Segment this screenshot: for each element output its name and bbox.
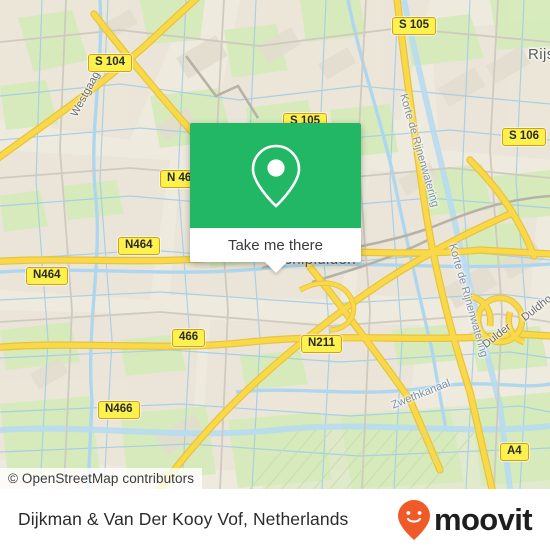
road-shield: S 104 (88, 54, 133, 72)
take-me-there-button[interactable]: Take me there (190, 228, 361, 262)
moovit-pin-icon (397, 499, 430, 540)
road-shield: N466 (98, 401, 140, 419)
map-pin-icon (251, 144, 300, 208)
road-shield: S 105 (392, 17, 437, 35)
map-label-place: Rijswijk (528, 46, 550, 63)
road-shield: N211 (301, 335, 342, 353)
road-shield: A4 (500, 443, 529, 461)
take-me-there-label: Take me there (227, 236, 324, 254)
road-shield: 466 (172, 329, 206, 347)
place-title: Dijkman & Van Der Kooy Vof, Netherlands (18, 509, 349, 529)
road-shield: S 106 (502, 128, 547, 146)
moovit-logo[interactable]: moovit (397, 499, 533, 541)
road-shield: N464 (118, 237, 160, 255)
map-canvas[interactable]: S 104 S 105 S 105 S 106 N 464 N464 N464 … (0, 0, 550, 489)
popup-header (190, 123, 361, 228)
popup-pointer-tail (264, 262, 287, 273)
road-shield: N464 (26, 267, 68, 285)
moovit-wordmark: moovit (433, 502, 533, 537)
screenshot-root: S 104 S 105 S 105 S 106 N 464 N464 N464 … (0, 0, 550, 550)
osm-attribution[interactable]: © OpenStreetMap contributors (0, 468, 203, 489)
bottom-bar: Dijkman & Van Der Kooy Vof, Netherlands … (0, 489, 550, 550)
osm-attribution-text: © OpenStreetMap contributors (8, 471, 195, 486)
location-popup-card[interactable]: Take me there (190, 123, 361, 273)
